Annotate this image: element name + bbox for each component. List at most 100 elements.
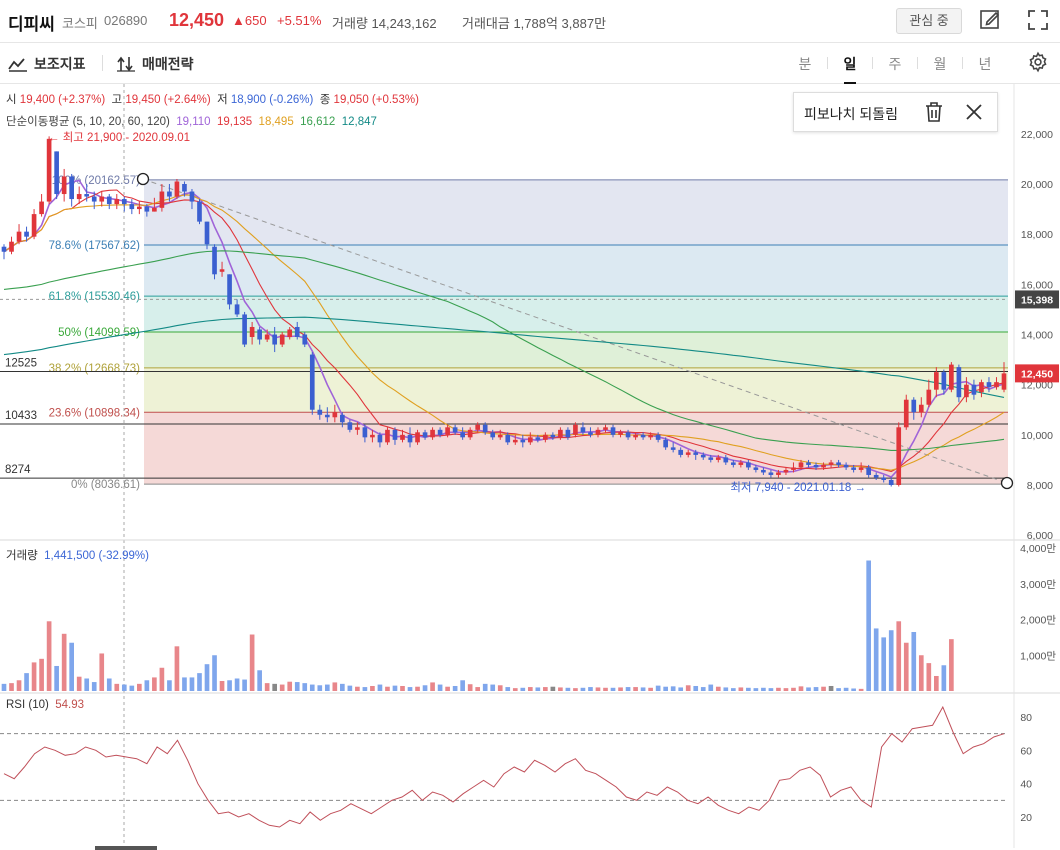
volume-bar bbox=[610, 687, 616, 691]
fib-band bbox=[144, 412, 1008, 485]
candle-body bbox=[926, 389, 932, 405]
fib-level-label: 61.8% (15530.46) bbox=[49, 291, 141, 303]
volume-bar bbox=[137, 683, 142, 691]
candle-body bbox=[264, 334, 270, 340]
candle-body bbox=[655, 434, 661, 440]
candle-body bbox=[84, 194, 90, 197]
volume-bar bbox=[362, 687, 368, 691]
volume-bar bbox=[603, 687, 608, 691]
candle-body bbox=[16, 231, 22, 242]
period-day[interactable]: 일 bbox=[835, 54, 865, 84]
period-minute[interactable]: 분 bbox=[790, 54, 820, 74]
fullscreen-icon[interactable] bbox=[1026, 8, 1050, 32]
candle-body bbox=[407, 434, 413, 443]
volume-bar bbox=[685, 685, 691, 691]
period-week[interactable]: 주 bbox=[880, 54, 910, 74]
volume-bar bbox=[460, 680, 465, 691]
volume-bar bbox=[730, 688, 736, 691]
candle-body bbox=[610, 427, 616, 435]
candle-body bbox=[137, 206, 142, 210]
volume-bar bbox=[467, 684, 473, 691]
candle-body bbox=[663, 439, 668, 448]
volume-bar bbox=[189, 677, 195, 691]
volume-bar bbox=[212, 655, 217, 691]
volume-bar bbox=[445, 686, 450, 691]
volume-bar bbox=[159, 667, 165, 691]
toolbar-divider bbox=[102, 55, 103, 71]
candle-body bbox=[430, 429, 435, 438]
volume-bar bbox=[813, 687, 819, 691]
volume-bar bbox=[896, 621, 902, 691]
price-tick-label: 16,000 bbox=[1021, 279, 1053, 291]
candle-body bbox=[723, 457, 729, 463]
candle-body bbox=[580, 427, 586, 433]
volume-bar bbox=[257, 670, 262, 691]
volume-bar bbox=[821, 686, 826, 691]
candle-body bbox=[309, 354, 315, 410]
volume-legend: 거래량 1,441,500 (-32.99%) bbox=[6, 547, 149, 563]
volume-bar bbox=[941, 665, 947, 691]
candle-body bbox=[543, 434, 548, 440]
volume-bar bbox=[287, 681, 293, 691]
volume-bar bbox=[482, 683, 488, 691]
period-month[interactable]: 월 bbox=[925, 54, 955, 74]
volume-bar bbox=[294, 682, 300, 691]
candle-body bbox=[452, 427, 458, 433]
current-price: 12,450 bbox=[169, 10, 225, 30]
volume-bar bbox=[46, 621, 52, 691]
candle-body bbox=[625, 432, 631, 438]
candle-body bbox=[227, 274, 232, 305]
volume-bar bbox=[174, 646, 180, 691]
candle-body bbox=[768, 472, 774, 475]
volume-bar bbox=[422, 685, 428, 691]
volume-bar bbox=[926, 663, 932, 691]
volume-bar bbox=[798, 686, 804, 691]
volume-bar bbox=[588, 687, 593, 691]
low-value: 18,900 (-0.26%) bbox=[230, 94, 314, 106]
volume-bar bbox=[670, 686, 676, 691]
volume-bar bbox=[527, 687, 533, 691]
period-year[interactable]: 년 bbox=[970, 54, 1000, 74]
strategy-button[interactable]: 매매전략 bbox=[116, 54, 194, 74]
volume-bar bbox=[836, 688, 841, 691]
candle-body bbox=[956, 367, 962, 398]
indicators-button[interactable]: 보조지표 bbox=[8, 54, 86, 74]
ma5-value: 19,110 bbox=[176, 116, 211, 128]
volume-bar bbox=[776, 687, 781, 691]
candle-body bbox=[490, 432, 496, 438]
price-change-pct: +5.51% bbox=[277, 13, 322, 28]
candle-body bbox=[9, 241, 14, 252]
volume-bar bbox=[888, 630, 894, 691]
strategy-icon bbox=[117, 56, 135, 72]
candle-body bbox=[738, 462, 744, 465]
candle-body bbox=[595, 429, 601, 435]
volume-bar bbox=[69, 642, 74, 691]
candle-body bbox=[370, 434, 375, 438]
candle-body bbox=[550, 434, 556, 438]
period-divider bbox=[962, 57, 963, 69]
candle-body bbox=[347, 422, 353, 430]
candle-body bbox=[69, 176, 74, 200]
stock-chart[interactable]: 100% (20162.57)78.6% (17567.62)61.8% (15… bbox=[0, 84, 1060, 850]
settings-gear-icon[interactable] bbox=[1027, 51, 1051, 75]
volume-bar bbox=[9, 683, 14, 691]
low-label: 저 bbox=[217, 94, 228, 106]
volume-tick-label: 2,000만 bbox=[1020, 615, 1056, 627]
close-icon[interactable] bbox=[964, 102, 984, 127]
volume-bar bbox=[84, 678, 90, 691]
watchlist-button[interactable]: 관심 중 bbox=[896, 8, 962, 34]
strategy-label: 매매전략 bbox=[142, 56, 194, 72]
fib-anchor-handle bbox=[1000, 476, 1014, 490]
volume-bar bbox=[355, 686, 360, 691]
volume-bar bbox=[272, 683, 278, 691]
trash-icon[interactable] bbox=[924, 101, 944, 128]
candle-body bbox=[76, 194, 82, 200]
volume-bar bbox=[31, 662, 37, 691]
edit-icon[interactable] bbox=[978, 8, 1002, 32]
candle-body bbox=[813, 464, 819, 468]
candle-body bbox=[791, 467, 796, 470]
volume-bar bbox=[385, 686, 390, 691]
volume-bar bbox=[324, 684, 330, 691]
volume-bar bbox=[543, 687, 548, 691]
fib-level-label: 78.6% (17567.62) bbox=[49, 240, 141, 252]
